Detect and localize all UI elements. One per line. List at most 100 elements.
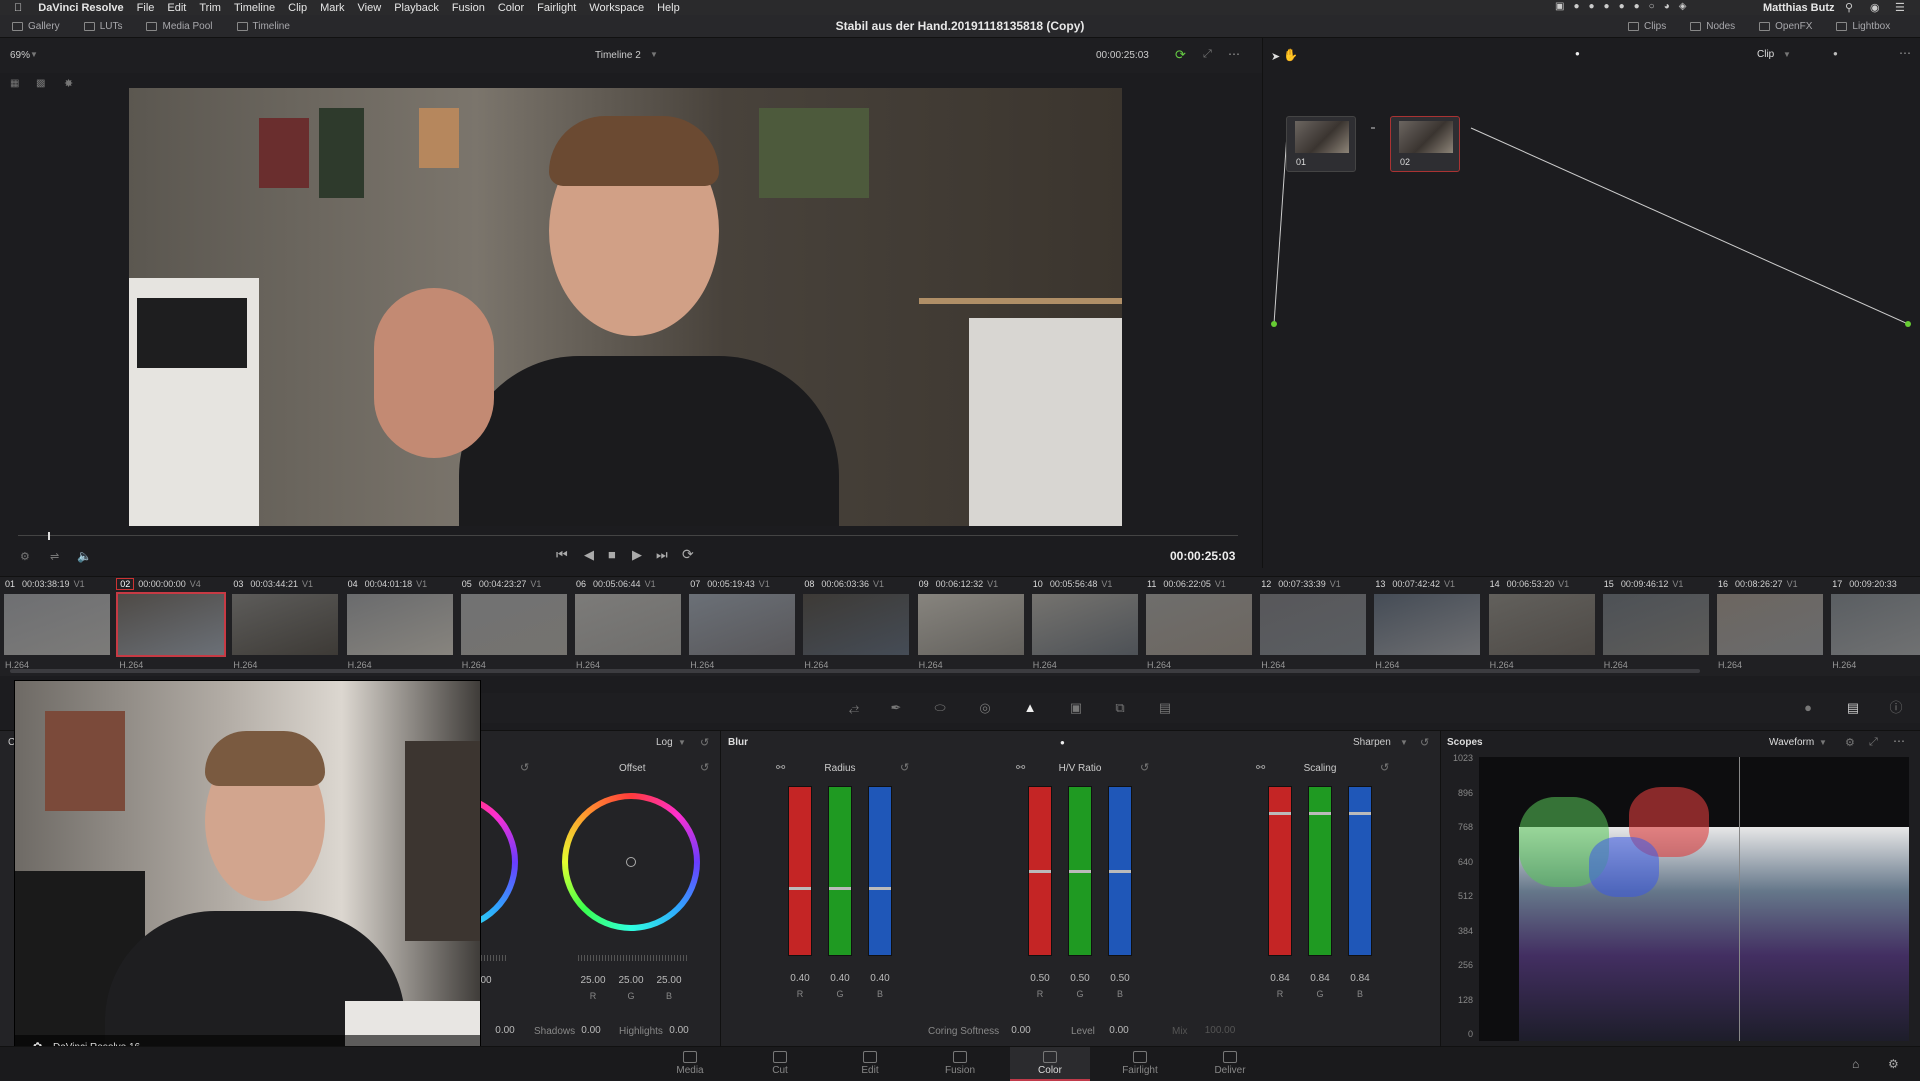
page-tab-media[interactable]: Media bbox=[650, 1047, 730, 1081]
menu-clip[interactable]: Clip bbox=[288, 2, 307, 14]
hv-slider-g[interactable] bbox=[1068, 786, 1092, 956]
stop-icon[interactable]: ■ bbox=[608, 547, 616, 562]
radius-value-g[interactable]: 0.40 bbox=[825, 973, 855, 984]
tab-gallery[interactable]: Gallery bbox=[12, 21, 60, 32]
scaling-value-b[interactable]: 0.84 bbox=[1345, 973, 1375, 984]
play-reverse-icon[interactable]: ◀ bbox=[584, 547, 594, 563]
slider-handle[interactable] bbox=[829, 887, 851, 890]
scaling-slider-b[interactable] bbox=[1348, 786, 1372, 956]
page-tab-cut[interactable]: Cut bbox=[740, 1047, 820, 1081]
slider-handle[interactable] bbox=[869, 887, 891, 890]
scope-mode-select[interactable]: Waveform bbox=[1769, 737, 1814, 748]
wheel-handle[interactable] bbox=[626, 857, 636, 867]
hv-value-g[interactable]: 0.50 bbox=[1065, 973, 1095, 984]
more-icon[interactable]: ⋯ bbox=[1228, 47, 1240, 61]
sync-icon[interactable]: ⟳ bbox=[1175, 47, 1186, 63]
layout-icon[interactable]: ▦ bbox=[10, 78, 19, 89]
more-icon[interactable]: ⋯ bbox=[1893, 734, 1905, 748]
speaker-icon[interactable]: 🔈 bbox=[77, 549, 92, 563]
effects-icon[interactable]: ✸ bbox=[64, 77, 73, 90]
link-icon[interactable]: ⚯ bbox=[1256, 761, 1265, 774]
notification-icon[interactable]: ☰ bbox=[1895, 1, 1905, 14]
tracker-icon[interactable]: ◎ bbox=[977, 701, 993, 715]
slider-handle[interactable] bbox=[1109, 870, 1131, 873]
menu-fairlight[interactable]: Fairlight bbox=[537, 2, 576, 14]
clip-thumbnail-01[interactable]: 01 00:03:38:19 V1 H.264 bbox=[0, 577, 114, 677]
page-tab-edit[interactable]: Edit bbox=[830, 1047, 910, 1081]
color-node-01[interactable]: 01 bbox=[1286, 116, 1356, 172]
first-value[interactable]: 0.00 bbox=[490, 1025, 520, 1036]
reset-icon[interactable]: ↺ bbox=[900, 761, 909, 774]
radius-slider-r[interactable] bbox=[788, 786, 812, 956]
menu-view[interactable]: View bbox=[358, 2, 382, 14]
log-mode-select[interactable]: Log bbox=[656, 737, 673, 748]
video-viewer[interactable] bbox=[129, 88, 1122, 526]
slider-handle[interactable] bbox=[789, 887, 811, 890]
skip-back-icon[interactable]: ⏮ bbox=[556, 547, 568, 563]
clip-thumbnail-10[interactable]: 10 00:05:56:48 V1 H.264 bbox=[1028, 577, 1142, 677]
sizing-icon[interactable]: ⧉ bbox=[1112, 701, 1128, 715]
scaling-slider-r[interactable] bbox=[1268, 786, 1292, 956]
menu-user[interactable]: Matthias Butz bbox=[1763, 2, 1835, 14]
clip-thumbnail-13[interactable]: 13 00:07:42:42 V1 H.264 bbox=[1370, 577, 1484, 677]
scaling-value-g[interactable]: 0.84 bbox=[1305, 973, 1335, 984]
zoom-level[interactable]: 69% bbox=[10, 50, 30, 61]
tab-nodes[interactable]: Nodes bbox=[1690, 21, 1735, 32]
page-tab-color[interactable]: Color bbox=[1010, 1047, 1090, 1081]
clip-thumbnail-09[interactable]: 09 00:06:12:32 V1 H.264 bbox=[914, 577, 1028, 677]
page-tab-deliver[interactable]: Deliver bbox=[1190, 1047, 1270, 1081]
slider-handle[interactable] bbox=[1309, 812, 1331, 816]
offset-b-value[interactable]: 25.00 bbox=[654, 975, 684, 986]
chevron-down-icon[interactable]: ▼ bbox=[650, 50, 658, 59]
clip-thumbnail-04[interactable]: 04 00:04:01:18 V1 H.264 bbox=[343, 577, 457, 677]
level-value[interactable]: 0.00 bbox=[1104, 1025, 1134, 1036]
reset-icon[interactable]: ↺ bbox=[520, 761, 529, 774]
link-icon[interactable]: ⚯ bbox=[776, 761, 785, 774]
partial-color-wheel[interactable] bbox=[480, 793, 520, 931]
hv-value-b[interactable]: 0.50 bbox=[1105, 973, 1135, 984]
clip-thumbnail-02[interactable]: 02 00:00:00:00 V4 H.264 bbox=[114, 577, 228, 677]
offset-color-wheel[interactable] bbox=[562, 793, 700, 931]
radius-value-b[interactable]: 0.40 bbox=[865, 973, 895, 984]
clip-thumbnail-12[interactable]: 12 00:07:33:39 V1 H.264 bbox=[1256, 577, 1370, 677]
tab-media-pool[interactable]: Media Pool bbox=[146, 21, 213, 32]
mix-value[interactable]: 100.00 bbox=[1200, 1025, 1240, 1036]
node-editor[interactable]: ➤ ✋ ● Clip ▼ ● ⋯ 01 02 bbox=[1262, 38, 1920, 568]
offset-r-value[interactable]: 25.00 bbox=[578, 975, 608, 986]
siri-icon[interactable]: ◉ bbox=[1870, 1, 1880, 14]
scaling-slider-g[interactable] bbox=[1308, 786, 1332, 956]
page-tab-fusion[interactable]: Fusion bbox=[920, 1047, 1000, 1081]
slider-handle[interactable] bbox=[1029, 870, 1051, 873]
radius-slider-g[interactable] bbox=[828, 786, 852, 956]
apple-icon[interactable]:  bbox=[14, 2, 22, 14]
menu-file[interactable]: File bbox=[137, 2, 155, 14]
expand-icon[interactable]: ⤢ bbox=[1869, 736, 1878, 749]
shadows-value[interactable]: 0.00 bbox=[576, 1025, 606, 1036]
slider-handle[interactable] bbox=[1269, 812, 1291, 816]
sharpen-mode-select[interactable]: Sharpen bbox=[1353, 737, 1391, 748]
clip-thumbnail-05[interactable]: 05 00:04:23:27 V1 H.264 bbox=[457, 577, 571, 677]
offset-master-slider[interactable] bbox=[578, 955, 688, 961]
grid-icon[interactable]: ▩ bbox=[36, 78, 45, 89]
reset-icon[interactable]: ↺ bbox=[1380, 761, 1389, 774]
menu-help[interactable]: Help bbox=[657, 2, 680, 14]
timeline-name[interactable]: Timeline 2 bbox=[595, 50, 641, 61]
expand-icon[interactable]: ⤢ bbox=[1203, 48, 1212, 61]
radius-slider-b[interactable] bbox=[868, 786, 892, 956]
slider-handle[interactable] bbox=[1069, 870, 1091, 873]
clip-thumbnail-06[interactable]: 06 00:05:06:44 V1 H.264 bbox=[571, 577, 685, 677]
hv-slider-b[interactable] bbox=[1108, 786, 1132, 956]
key-icon[interactable]: ▣ bbox=[1068, 701, 1084, 715]
reset-icon[interactable]: ↺ bbox=[700, 736, 709, 749]
menu-playback[interactable]: Playback bbox=[394, 2, 439, 14]
slider-handle[interactable] bbox=[1349, 812, 1371, 816]
clip-thumbnail-15[interactable]: 15 00:09:46:12 V1 H.264 bbox=[1599, 577, 1713, 677]
menu-color[interactable]: Color bbox=[498, 2, 524, 14]
menu-mark[interactable]: Mark bbox=[320, 2, 344, 14]
search-icon[interactable]: ⚲ bbox=[1845, 1, 1853, 14]
clip-thumbnail-07[interactable]: 07 00:05:19:43 V1 H.264 bbox=[685, 577, 799, 677]
reset-icon[interactable]: ↺ bbox=[700, 761, 709, 774]
qualifier-icon[interactable]: ✒ bbox=[888, 701, 904, 715]
clip-thumbnail-14[interactable]: 14 00:06:53:20 V1 H.264 bbox=[1485, 577, 1599, 677]
blur-icon[interactable]: ▲ bbox=[1022, 701, 1038, 715]
